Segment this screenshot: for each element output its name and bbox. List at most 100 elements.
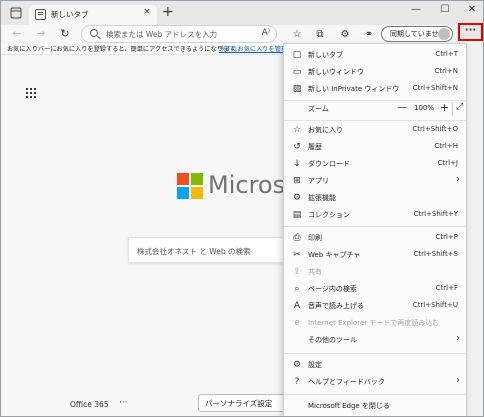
menu-label: 設定 xyxy=(308,361,322,369)
menu-label: コレクション xyxy=(308,211,350,219)
menu-item-help[interactable]: ? ヘルプとフィードバック › xyxy=(284,374,466,391)
tab-close-button[interactable]: × xyxy=(141,7,153,17)
menu-item-downloads[interactable]: ↓ ダウンロード Ctrl+J xyxy=(284,156,466,173)
refresh-button[interactable]: ↻ xyxy=(58,27,72,41)
gear-icon: ⚙ xyxy=(292,360,302,370)
personalize-button[interactable]: パーソナライズ設定 xyxy=(198,394,288,412)
tab-new-tab[interactable]: 新しいタブ × xyxy=(29,5,157,25)
web-capture-icon: ✂ xyxy=(293,250,301,260)
menu-shortcut: Ctrl+Shift+N xyxy=(412,84,458,92)
menu-label: Web キャプチャ xyxy=(308,251,361,259)
apps-icon: ⊞ xyxy=(293,176,301,186)
settings-and-more-button[interactable]: ··· xyxy=(458,23,483,41)
menu-shortcut: Ctrl+N xyxy=(434,67,458,75)
favorites-icon: ☆ xyxy=(292,125,302,135)
menu-shortcut: Ctrl+T xyxy=(435,50,458,58)
tab-actions-icon[interactable] xyxy=(10,7,22,19)
title-bar: 新しいタブ × + — ☐ ✕ xyxy=(1,1,483,25)
menu-label: ページ内の検索 xyxy=(308,285,357,293)
share-icon: ⇪ xyxy=(293,267,301,277)
ie-mode-icon: e xyxy=(294,318,300,328)
more-links-button[interactable]: ··· xyxy=(119,398,128,408)
collections-icon[interactable]: ⧉ xyxy=(313,28,327,42)
menu-label: アプリ xyxy=(308,177,329,185)
menu-label: 履歴 xyxy=(308,143,322,151)
menu-divider xyxy=(284,353,466,354)
menu-item-new-window[interactable]: ▭ 新しいウィンドウ Ctrl+N xyxy=(284,64,466,81)
menu-shortcut: Ctrl+P xyxy=(435,233,458,241)
app-launcher-icon[interactable] xyxy=(26,88,36,98)
menu-item-more-tools[interactable]: その他のツール › xyxy=(284,332,466,349)
fullscreen-icon[interactable]: ⤢ xyxy=(456,102,463,112)
new-tab-button[interactable]: + xyxy=(162,4,174,20)
menu-shortcut: Ctrl+J xyxy=(437,159,458,167)
menu-item-share: ⇪ 共有 xyxy=(284,264,466,281)
forward-button[interactable]: → xyxy=(34,27,48,41)
menu-item-web-capture[interactable]: ✂ Web キャプチャ Ctrl+Shift+S xyxy=(284,247,466,264)
menu-shortcut: Ctrl+Shift+O xyxy=(412,125,458,133)
chevron-right-icon: › xyxy=(456,375,460,386)
menu-item-zoom: ズーム — 100% + ⤢ xyxy=(284,101,466,118)
inprivate-icon: ▧ xyxy=(292,84,302,94)
favorites-notice: お気に入りバーにお気に入りを登録すると、簡単にアクセスできるようになります。 xyxy=(7,46,241,53)
menu-divider xyxy=(284,120,466,121)
menu-item-new-tab[interactable]: ▢ 新しいタブ Ctrl+T xyxy=(284,47,466,64)
menu-shortcut: Ctrl+F xyxy=(435,284,458,292)
menu-divider xyxy=(284,226,466,227)
zoom-out-button[interactable]: — xyxy=(397,102,407,113)
menu-item-find-on-page[interactable]: ⌕ ページ内の検索 Ctrl+F xyxy=(284,281,466,298)
menu-item-close-edge[interactable]: Microsoft Edge を閉じる xyxy=(284,398,466,415)
menu-label: 新しい InPrivate ウィンドウ xyxy=(308,85,400,93)
menu-item-print[interactable]: ⎙ 印刷 Ctrl+P xyxy=(284,230,466,247)
profile-button[interactable]: 同期していません xyxy=(381,26,453,42)
back-button[interactable]: ← xyxy=(10,27,24,41)
zoom-divider xyxy=(452,103,453,116)
tab-title: 新しいタブ xyxy=(51,10,89,19)
menu-item-history[interactable]: ↺ 履歴 Ctrl+H xyxy=(284,139,466,156)
new-window-icon: ▭ xyxy=(292,67,302,77)
search-placeholder: 株式会社オネスト と Web の検索 xyxy=(137,247,251,256)
history-icon: ↺ xyxy=(293,142,301,152)
download-icon: ↓ xyxy=(293,159,301,169)
minimize-button[interactable]: — xyxy=(408,4,424,15)
address-bar[interactable]: 検索または Web アドレスを入力 A⁾ xyxy=(81,25,277,43)
chevron-right-icon: › xyxy=(456,174,460,185)
web-search-input[interactable]: 株式会社オネスト と Web の検索 xyxy=(128,237,284,263)
read-aloud-icon: A xyxy=(293,301,301,311)
browser-window: 新しいタブ × + — ☐ ✕ ← → ↻ 検索または Web アドレスを入力 … xyxy=(0,0,484,417)
extensions-icon: ⚙ xyxy=(292,193,302,203)
office-365-link[interactable]: Office 365 xyxy=(70,400,109,409)
share-icon[interactable]: ⚭ xyxy=(362,28,376,42)
menu-shortcut: Ctrl+Shift+S xyxy=(413,250,458,258)
find-icon: ⌕ xyxy=(294,284,300,294)
manage-favorites-link[interactable]: 今すぐお気に入りを管理 xyxy=(219,44,287,53)
close-window-button[interactable]: ✕ xyxy=(464,4,480,15)
favorites-star-icon[interactable]: ☆ xyxy=(290,28,304,42)
menu-divider xyxy=(284,394,466,395)
menu-label: ヘルプとフィードバック xyxy=(308,378,385,386)
extension-icon[interactable]: ⚙ xyxy=(338,28,352,42)
menu-item-read-aloud[interactable]: A 音声で読み上げる Ctrl+Shift+U xyxy=(284,298,466,315)
menu-item-extensions[interactable]: ⚙ 拡張機能 xyxy=(284,190,466,207)
menu-label: 印刷 xyxy=(308,234,322,242)
menu-label: Microsoft Edge を閉じる xyxy=(308,402,390,410)
menu-shortcut: Ctrl+Shift+U xyxy=(412,301,458,309)
read-aloud-icon[interactable]: A⁾ xyxy=(262,28,270,38)
new-tab-icon: ▢ xyxy=(292,50,302,60)
menu-item-settings[interactable]: ⚙ 設定 xyxy=(284,357,466,374)
page-scrollbar[interactable] xyxy=(467,43,483,416)
menu-label: 音声で読み上げる xyxy=(308,302,364,310)
menu-item-favorites[interactable]: ☆ お気に入り Ctrl+Shift+O xyxy=(284,122,466,139)
print-icon: ⎙ xyxy=(293,233,301,243)
menu-label: 拡張機能 xyxy=(308,194,336,202)
zoom-in-button[interactable]: + xyxy=(440,101,449,114)
menu-label: その他のツール xyxy=(308,336,357,344)
maximize-button[interactable]: ☐ xyxy=(437,4,453,15)
address-placeholder: 検索または Web アドレスを入力 xyxy=(106,30,218,39)
help-icon: ? xyxy=(294,377,300,387)
menu-item-collections[interactable]: ▤ コレクション Ctrl+Shift+Y xyxy=(284,207,466,224)
menu-item-apps[interactable]: ⊞ アプリ › xyxy=(284,173,466,190)
chevron-right-icon: › xyxy=(456,333,460,344)
collections-icon: ▤ xyxy=(292,210,302,220)
menu-item-inprivate[interactable]: ▧ 新しい InPrivate ウィンドウ Ctrl+Shift+N xyxy=(284,81,466,98)
